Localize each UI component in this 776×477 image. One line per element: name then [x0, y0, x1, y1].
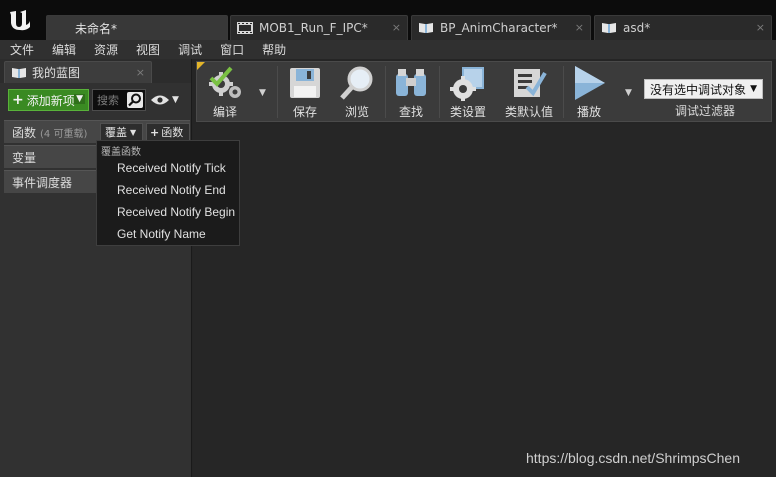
chevron-down-icon: ▼ — [130, 127, 137, 137]
browse-label: 浏览 — [344, 105, 369, 119]
variables-label: 变量 — [12, 150, 37, 165]
menu-item-received-notify-tick[interactable]: Received Notify Tick — [117, 161, 226, 175]
find-label: 查找 — [398, 105, 423, 119]
plus-icon: + — [150, 125, 160, 139]
override-dropdown-button[interactable]: 覆盖 ▼ — [100, 123, 143, 141]
compile-button[interactable]: 编译 — [203, 64, 247, 120]
toolbar-separator — [439, 66, 440, 118]
book-icon — [601, 21, 617, 35]
menu-window[interactable]: 窗口 — [214, 41, 250, 58]
override-label: 覆盖 — [105, 126, 127, 139]
binoculars-icon — [391, 64, 431, 102]
class-settings-label: 类设置 — [449, 105, 486, 119]
tab-label: 未命名* — [75, 21, 118, 36]
tab-animation-sequence[interactable]: MOB1_Run_F_IPC* × — [230, 15, 408, 40]
panel-tab-label: 我的蓝图 — [32, 66, 81, 80]
override-functions-menu: 覆盖函数 Received Notify Tick Received Notif… — [96, 140, 240, 246]
save-label: 保存 — [292, 105, 317, 119]
tab-my-blueprint[interactable]: 我的蓝图 × — [4, 61, 152, 83]
plus-icon: + — [12, 92, 24, 108]
menu-help[interactable]: 帮助 — [256, 41, 292, 58]
menu-edit[interactable]: 编辑 — [46, 41, 82, 58]
film-strip-icon — [237, 21, 253, 35]
toolbar-separator — [277, 66, 278, 118]
book-icon — [418, 21, 434, 35]
tab-untitled[interactable]: 未命名* — [46, 15, 228, 40]
close-icon[interactable]: × — [392, 21, 401, 34]
class-settings-button[interactable]: 类设置 — [446, 64, 490, 120]
watermark-text: https://blog.csdn.net/ShrimpsChen — [526, 450, 741, 466]
blueprint-toolbar: 编译 ▼ 保存 浏览 查找 类设置 类默认值 播放 ▼ 没有选中调试对象 ▼ 调… — [196, 61, 772, 122]
chevron-down-icon: ▼ — [74, 94, 85, 104]
menu-item-received-notify-begin[interactable]: Received Notify Begin — [117, 205, 235, 219]
menu-debug[interactable]: 调试 — [172, 41, 208, 58]
book-icon — [11, 67, 27, 79]
tab-label: MOB1_Run_F_IPC* — [259, 21, 368, 35]
compile-icon — [205, 64, 245, 102]
search-icon[interactable] — [127, 92, 143, 108]
add-function-label: 函数 — [161, 126, 184, 139]
class-settings-gear-icon — [448, 64, 488, 102]
close-icon[interactable]: × — [136, 66, 145, 79]
toolbar-separator — [385, 66, 386, 118]
find-button[interactable]: 查找 — [391, 64, 431, 120]
menu-item-get-notify-name[interactable]: Get Notify Name — [117, 227, 206, 241]
blank-icon — [53, 21, 69, 35]
tab-label: BP_AnimCharacter* — [440, 21, 558, 35]
chevron-down-icon: ▼ — [172, 95, 179, 105]
magnifier-icon — [337, 64, 377, 102]
class-defaults-label: 类默认值 — [504, 105, 553, 119]
toolbar-separator — [563, 66, 564, 118]
browse-button[interactable]: 浏览 — [337, 64, 377, 120]
menu-file[interactable]: 文件 — [4, 41, 40, 58]
view-options-button[interactable]: ▼ — [150, 91, 184, 109]
play-button[interactable]: 播放 — [569, 64, 609, 120]
add-function-button[interactable]: + 函数 — [146, 123, 190, 141]
eye-icon — [151, 95, 169, 105]
my-blueprint-panel: 我的蓝图 × + 添加新项 ▼ 搜索 ▼ 函数 (4 可重载) 覆盖 ▼ + 函… — [0, 59, 192, 477]
search-input[interactable]: 搜索 — [92, 89, 146, 111]
class-defaults-button[interactable]: 类默认值 — [503, 64, 555, 120]
add-new-button[interactable]: + 添加新项 ▼ — [8, 89, 89, 111]
menu-view[interactable]: 视图 — [130, 41, 166, 58]
save-button[interactable]: 保存 — [285, 64, 325, 120]
functions-label: 函数 — [12, 125, 37, 140]
menu-asset[interactable]: 资源 — [88, 41, 124, 58]
add-new-label: 添加新项 — [26, 93, 75, 108]
menu-heading: 覆盖函数 — [101, 147, 141, 158]
graph-editor-area[interactable] — [193, 124, 776, 477]
play-label: 播放 — [576, 105, 601, 119]
debug-object-value: 没有选中调试对象 — [650, 82, 747, 97]
class-defaults-icon — [509, 64, 549, 102]
chevron-down-icon: ▼ — [750, 84, 757, 94]
tab-label: asd* — [623, 21, 651, 35]
save-icon — [285, 64, 325, 102]
close-icon[interactable]: × — [756, 21, 765, 34]
compile-label: 编译 — [212, 105, 237, 119]
menu-item-received-notify-end[interactable]: Received Notify End — [117, 183, 226, 197]
play-icon — [569, 64, 609, 102]
tab-asd[interactable]: asd* × — [594, 15, 772, 40]
tab-bp-animcharacter[interactable]: BP_AnimCharacter* × — [411, 15, 591, 40]
search-placeholder: 搜索 — [97, 94, 119, 107]
debug-filter-label: 调试过滤器 — [675, 104, 736, 118]
title-bar: 未命名* MOB1_Run_F_IPC* × BP_AnimCharacter*… — [0, 0, 776, 40]
close-icon[interactable]: × — [575, 21, 584, 34]
unreal-logo-icon[interactable] — [0, 0, 40, 40]
event-dispatchers-label: 事件调度器 — [12, 175, 73, 190]
play-options-chevron-icon[interactable]: ▼ — [625, 88, 632, 98]
menu-bar: 文件 编辑 资源 视图 调试 窗口 帮助 — [0, 40, 776, 59]
compile-options-chevron-icon[interactable]: ▼ — [259, 88, 266, 98]
overridable-count: (4 可重载) — [40, 128, 88, 140]
debug-object-select[interactable]: 没有选中调试对象 ▼ — [644, 79, 763, 99]
